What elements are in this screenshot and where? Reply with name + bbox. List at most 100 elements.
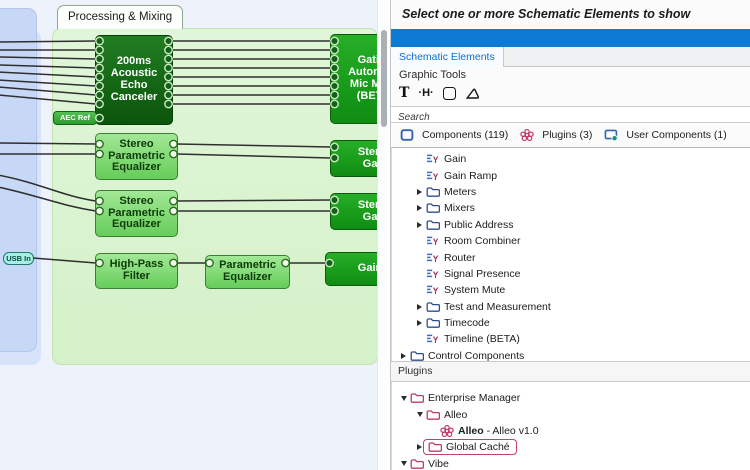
polygon-icon bbox=[465, 87, 480, 100]
folder-icon bbox=[426, 301, 440, 313]
accent-bar bbox=[391, 29, 750, 47]
input-group-panel[interactable] bbox=[0, 8, 37, 352]
components-tree: Gain Gain Ramp Meters Mixers Public Addr… bbox=[391, 147, 750, 361]
plugin-flower-icon bbox=[520, 129, 534, 141]
components-icon bbox=[400, 129, 414, 141]
folder-icon bbox=[426, 186, 440, 198]
folder-icon bbox=[410, 350, 424, 361]
tree-item-label: Meters bbox=[444, 186, 476, 198]
catalog-tabs: Components (119) Plugins (3) User Compon… bbox=[391, 123, 750, 147]
tree-item-public-address[interactable]: Public Address bbox=[398, 217, 750, 233]
canvas-scrollbar[interactable] bbox=[377, 0, 390, 470]
wire-label-tool-button[interactable]: ·H· bbox=[418, 84, 433, 102]
tree-item-alleo-folder[interactable]: Alleo bbox=[398, 406, 750, 422]
usb-in-badge[interactable]: USB In bbox=[3, 252, 34, 265]
tree-item-label: Router bbox=[444, 252, 476, 264]
properties-panel: Select one or more Schematic Elements to… bbox=[390, 0, 750, 470]
plugins-tree: Enterprise Manager Alleo Alleo - Alleo v… bbox=[391, 382, 750, 470]
tree-item-label: Room Combiner bbox=[444, 235, 520, 247]
tree-item-label: Timecode bbox=[444, 317, 490, 329]
tree-item-router[interactable]: Router bbox=[398, 249, 750, 265]
plugins-section-header: Plugins bbox=[391, 361, 750, 382]
plugin-version: - Alleo v1.0 bbox=[484, 425, 539, 437]
tree-item-control-components[interactable]: Control Components bbox=[398, 348, 750, 361]
graphic-tools-toolbar: T ·H· bbox=[399, 84, 480, 102]
schematic-canvas[interactable]: Processing & Mixing 200ms Acoustic Echo … bbox=[0, 0, 390, 470]
block-stereo-parametric-equalizer-2[interactable]: Stereo Parametric Equalizer bbox=[95, 190, 178, 237]
catalog-tab-label: Plugins (3) bbox=[542, 129, 592, 141]
tree-item-label: Alleo bbox=[444, 409, 467, 421]
tree-item-vibe[interactable]: Vibe bbox=[398, 456, 750, 470]
tree-item-label: Global Caché bbox=[446, 441, 510, 453]
canvas-scrollbar-thumb[interactable] bbox=[381, 30, 387, 127]
block-high-pass-filter[interactable]: High-Pass Filter bbox=[95, 253, 178, 289]
folder-icon bbox=[426, 202, 440, 214]
tree-item-label: Gain Ramp bbox=[444, 170, 497, 182]
tree-item-system-mute[interactable]: System Mute bbox=[398, 282, 750, 298]
block-label: High-Pass Filter bbox=[106, 259, 168, 283]
expand-arrow-icon[interactable] bbox=[417, 189, 422, 195]
tree-item-gain-ramp[interactable]: Gain Ramp bbox=[398, 167, 750, 183]
folder-icon bbox=[410, 458, 424, 470]
plugin-flower-icon bbox=[440, 425, 454, 437]
catalog-tab-user-components[interactable]: User Components (1) bbox=[603, 129, 726, 141]
panel-tabstrip: Schematic Elements bbox=[391, 47, 750, 67]
tree-item-meters[interactable]: Meters bbox=[398, 184, 750, 200]
graphic-tools-label: Graphic Tools bbox=[399, 67, 466, 83]
block-parametric-equalizer[interactable]: Parametric Equalizer bbox=[205, 255, 290, 289]
tree-item-mixers[interactable]: Mixers bbox=[398, 200, 750, 216]
component-icon bbox=[426, 235, 440, 247]
tree-item-label: Vibe bbox=[428, 458, 449, 470]
polygon-tool-button[interactable] bbox=[465, 84, 480, 102]
block-label: Stereo Parametric Equalizer bbox=[101, 139, 173, 174]
selected-item-highlight[interactable]: Global Caché bbox=[423, 439, 517, 455]
catalog-tab-plugins[interactable]: Plugins (3) bbox=[519, 129, 592, 141]
tree-item-alleo-plugin[interactable]: Alleo - Alleo v1.0 bbox=[398, 423, 750, 439]
expand-arrow-icon[interactable] bbox=[417, 222, 422, 228]
tree-item-enterprise-manager[interactable]: Enterprise Manager bbox=[398, 390, 750, 406]
tree-item-timeline-beta[interactable]: Timeline (BETA) bbox=[398, 331, 750, 347]
tree-item-room-combiner[interactable]: Room Combiner bbox=[398, 233, 750, 249]
tree-item-label: Mixers bbox=[444, 202, 475, 214]
component-icon bbox=[426, 284, 440, 296]
tab-schematic-elements[interactable]: Schematic Elements bbox=[391, 47, 504, 67]
collapse-arrow-icon[interactable] bbox=[401, 396, 407, 401]
tree-item-label: System Mute bbox=[444, 284, 505, 296]
tree-item-label: Timeline (BETA) bbox=[444, 333, 520, 345]
tree-item-label: Test and Measurement bbox=[444, 301, 551, 313]
aec-ref-badge[interactable]: AEC Ref bbox=[53, 111, 97, 125]
search-box bbox=[391, 106, 750, 123]
collapse-arrow-icon[interactable] bbox=[401, 461, 407, 466]
block-acoustic-echo-canceler[interactable]: 200ms Acoustic Echo Canceler bbox=[95, 35, 173, 125]
tree-item-global-cache[interactable]: Global Caché bbox=[398, 439, 750, 455]
expand-arrow-icon[interactable] bbox=[417, 205, 422, 211]
tree-item-signal-presence[interactable]: Signal Presence bbox=[398, 266, 750, 282]
tree-item-label: Public Address bbox=[444, 219, 513, 231]
component-icon bbox=[426, 268, 440, 280]
tree-item-test-and-measurement[interactable]: Test and Measurement bbox=[398, 299, 750, 315]
expand-arrow-icon[interactable] bbox=[417, 320, 422, 326]
processing-mixing-group-label[interactable]: Processing & Mixing bbox=[57, 5, 183, 29]
folder-icon bbox=[426, 409, 440, 421]
text-tool-button[interactable]: T bbox=[399, 84, 409, 102]
folder-icon bbox=[426, 219, 440, 231]
tree-item-label: Gain bbox=[444, 153, 466, 165]
folder-icon bbox=[426, 317, 440, 329]
block-label: Stereo Parametric Equalizer bbox=[101, 196, 173, 231]
catalog-tab-label: User Components (1) bbox=[626, 129, 726, 141]
tree-item-label: Enterprise Manager bbox=[428, 392, 520, 404]
expand-arrow-icon[interactable] bbox=[417, 304, 422, 310]
component-icon bbox=[426, 252, 440, 264]
block-stereo-parametric-equalizer-1[interactable]: Stereo Parametric Equalizer bbox=[95, 133, 178, 180]
tree-item-gain[interactable]: Gain bbox=[398, 151, 750, 167]
block-label: Parametric Equalizer bbox=[213, 260, 283, 284]
rounded-rectangle-icon bbox=[443, 87, 456, 100]
tree-item-label: Control Components bbox=[428, 350, 524, 361]
collapse-arrow-icon[interactable] bbox=[417, 412, 423, 417]
expand-arrow-icon[interactable] bbox=[417, 444, 422, 450]
tree-item-timecode[interactable]: Timecode bbox=[398, 315, 750, 331]
catalog-tab-components[interactable]: Components (119) bbox=[399, 129, 508, 141]
block-label: 200ms Acoustic Echo Canceler bbox=[102, 56, 166, 103]
expand-arrow-icon[interactable] bbox=[401, 353, 406, 359]
rectangle-tool-button[interactable] bbox=[443, 84, 456, 102]
